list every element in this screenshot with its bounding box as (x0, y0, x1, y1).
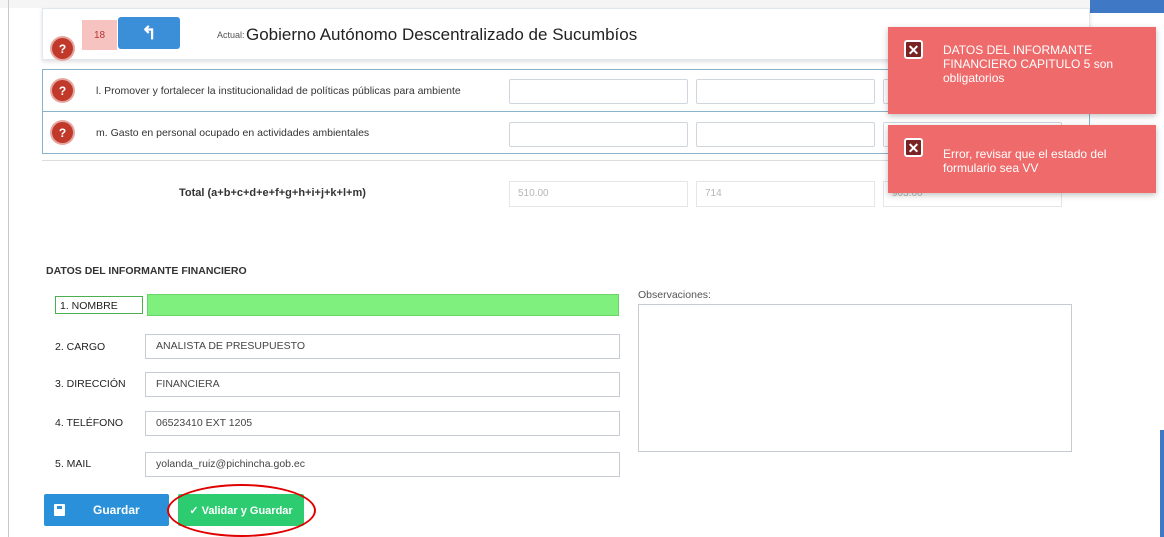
error-toast[interactable]: ✕ DATOS DEL INFORMANTE FINANCIERO CAPITU… (888, 27, 1156, 114)
close-icon[interactable]: ✕ (904, 138, 923, 157)
actual-entity-name: Gobierno Autónomo Descentralizado de Suc… (246, 25, 638, 44)
value-input[interactable] (696, 122, 875, 147)
nombre-input[interactable] (147, 294, 619, 316)
help-badge[interactable]: ? (52, 38, 73, 59)
section-title: DATOS DEL INFORMANTE FINANCIERO (46, 265, 247, 277)
observaciones-label: Observaciones: (638, 289, 711, 301)
help-badge[interactable]: ? (52, 80, 73, 101)
cargo-label: 2. CARGO (55, 341, 106, 353)
telefono-label: 4. TELÉFONO (55, 417, 124, 429)
total-value: 714 (696, 181, 875, 207)
direccion-label: 3. DIRECCIÓN (55, 378, 126, 390)
back-button[interactable]: ↰ (118, 17, 180, 49)
save-icon (54, 504, 65, 516)
guardar-label: Guardar (93, 503, 140, 517)
direccion-input[interactable]: FINANCIERA (145, 372, 620, 397)
top-bar (0, 0, 1164, 8)
record-number: 18 (82, 20, 117, 50)
value-input[interactable] (696, 79, 875, 104)
cargo-input[interactable]: ANALISTA DE PRESUPUESTO (145, 334, 620, 359)
total-label: Total (a+b+c+d+e+f+g+h+i+j+k+l+m) (179, 187, 366, 199)
row-label: l. Promover y fortalecer la instituciona… (96, 85, 461, 97)
telefono-input[interactable]: 06523410 EXT 1205 (145, 411, 620, 436)
guardar-button[interactable]: Guardar (44, 494, 169, 526)
help-badge[interactable]: ? (52, 122, 73, 143)
toast-message: DATOS DEL INFORMANTE FINANCIERO CAPITULO… (943, 43, 1114, 85)
actual-label: Actual: (217, 30, 245, 40)
row-label: m. Gasto en personal ocupado en activida… (96, 127, 370, 139)
total-value: 510.00 (509, 181, 688, 207)
highlight-circle (167, 484, 316, 537)
error-toast[interactable]: ✕ Error, revisar que el estado del formu… (888, 125, 1156, 193)
mail-label: 5. MAIL (55, 458, 92, 470)
value-input[interactable] (509, 79, 688, 104)
value-input[interactable] (509, 122, 688, 147)
observaciones-textarea[interactable] (638, 304, 1072, 452)
scroll-indicator (1160, 430, 1164, 537)
left-border (8, 0, 9, 537)
nombre-label: 1. NOMBRE (55, 296, 143, 314)
mail-input[interactable]: yolanda_ruiz@pichincha.gob.ec (145, 452, 620, 477)
toast-message: Error, revisar que el estado del formula… (943, 147, 1107, 175)
back-arrow-icon: ↰ (141, 22, 157, 43)
top-bar-accent (1090, 0, 1164, 13)
close-icon[interactable]: ✕ (904, 40, 923, 59)
